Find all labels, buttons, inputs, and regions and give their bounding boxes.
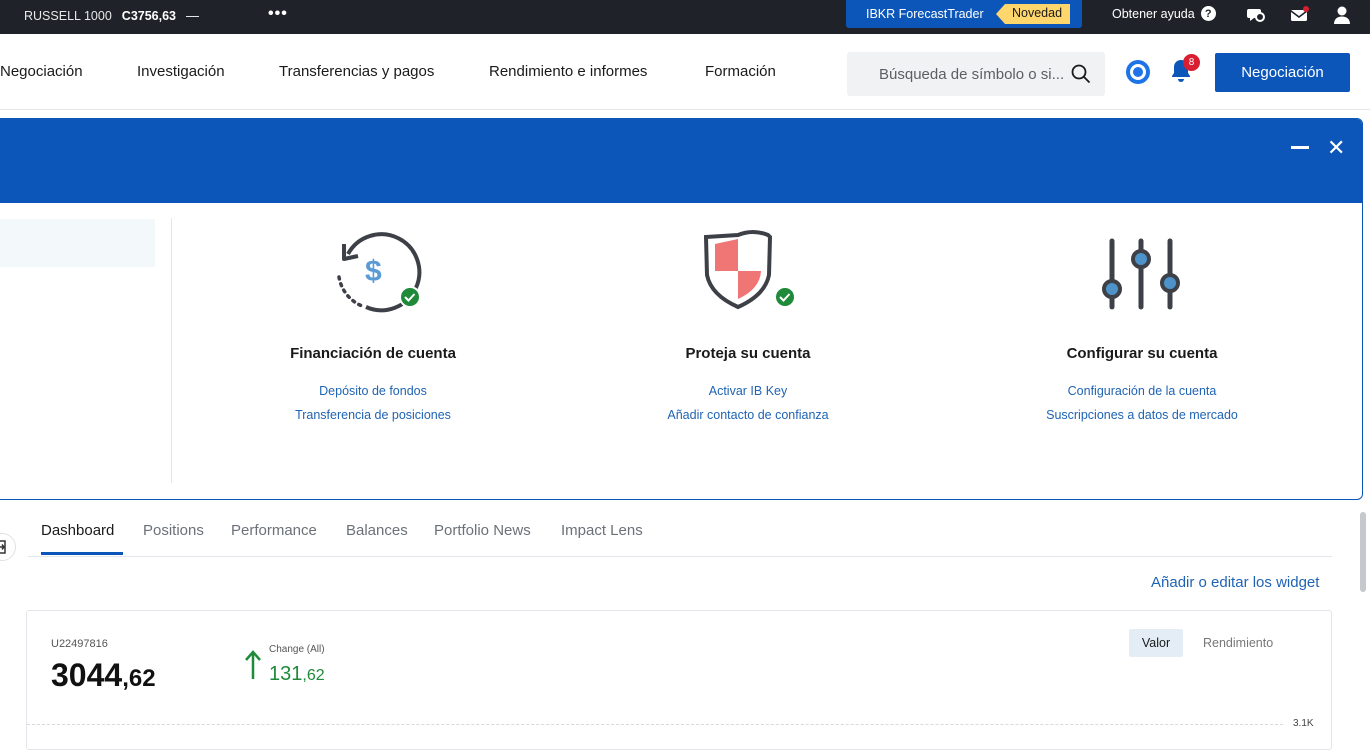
search-input[interactable]: Búsqueda de símbolo o si... (879, 66, 1064, 83)
tab-impact-lens[interactable]: Impact Lens (561, 522, 643, 539)
close-icon[interactable]: ✕ (1327, 135, 1345, 161)
card-title: Configurar su cuenta (1066, 345, 1218, 362)
change-label: Change (All) (269, 644, 325, 655)
account-summary-widget: U22497816 3044,62 Change (All) 131,62 Va… (26, 610, 1332, 750)
new-badge: Novedad (995, 4, 1071, 24)
main-navigation: Negociación Investigación Transferencias… (0, 34, 1370, 110)
tab-positions[interactable]: Positions (143, 522, 204, 539)
change-value-decimal: ,62 (302, 667, 325, 684)
card-fund-account: $ Financiación de cuenta Depósito de fon… (203, 229, 543, 422)
onboarding-panel: ✕ $ Financiación de cuenta Depósito de f… (0, 118, 1363, 500)
panel-left-nav (0, 219, 155, 267)
activate-ib-key-link[interactable]: Activar IB Key (578, 384, 918, 398)
account-value-integer: 3044 (51, 657, 123, 693)
portfolio-tabs: Dashboard Positions Performance Balances… (28, 512, 1332, 557)
index-ticker[interactable]: RUSSELL 1000 C3756,63 — (24, 8, 199, 23)
card-protect-icon-area (578, 229, 918, 319)
account-value: 3044,62 (51, 657, 156, 694)
search-icon[interactable] (1071, 64, 1091, 84)
card-protect-account: Proteja su cuenta Activar IB Key Añadir … (578, 229, 918, 422)
card-title: Proteja su cuenta (685, 345, 811, 362)
change-value-integer: 131 (269, 663, 303, 685)
active-tab-indicator (41, 552, 123, 555)
help-label: Obtener ayuda (1112, 6, 1195, 21)
add-trusted-contact-link[interactable]: Añadir contacto de confianza (578, 408, 918, 422)
toggle-return-button[interactable]: Rendimiento (1203, 636, 1273, 650)
nav-performance-reports[interactable]: Rendimiento e informes (489, 63, 647, 80)
panel-divider (171, 218, 172, 483)
tab-balances[interactable]: Balances (346, 522, 408, 539)
help-icon: ? (1200, 6, 1216, 21)
chat-icon[interactable] (1246, 5, 1266, 25)
symbol-search[interactable]: Búsqueda de símbolo o si... (847, 52, 1105, 96)
toggle-value-button[interactable]: Valor (1129, 629, 1183, 657)
account-id: U22497816 (51, 638, 108, 650)
nav-transfers[interactable]: Transferencias y pagos (279, 63, 434, 80)
onboarding-panel-header: ✕ (0, 119, 1362, 203)
nav-education[interactable]: Formación (705, 63, 776, 80)
account-settings-link[interactable]: Configuración de la cuenta (972, 384, 1312, 398)
card-fund-icon-area: $ (203, 229, 543, 319)
market-data-subscriptions-link[interactable]: Suscripciones a datos de mercado (972, 408, 1312, 422)
dollar-refresh-icon: $ (337, 232, 422, 313)
tab-dashboard[interactable]: Dashboard (41, 522, 114, 539)
chart-axis-tick: 3.1K (1293, 718, 1314, 729)
user-icon[interactable] (1332, 5, 1352, 25)
ticker-name: RUSSELL 1000 (24, 8, 112, 23)
ticker-change: — (186, 8, 200, 23)
svg-text:$: $ (365, 255, 382, 288)
chart-gridline (27, 724, 1283, 725)
card-title: Financiación de cuenta (290, 345, 456, 362)
mail-icon[interactable] (1289, 5, 1309, 25)
minimize-icon[interactable] (1291, 146, 1309, 149)
top-bar: RUSSELL 1000 C3756,63 — ••• IBKR Forecas… (0, 0, 1370, 34)
nav-research[interactable]: Investigación (137, 63, 225, 80)
card-configure-icon-area (972, 229, 1312, 319)
deposit-funds-link[interactable]: Depósito de fondos (203, 384, 543, 398)
nav-trading[interactable]: Negociación (0, 63, 83, 80)
more-tickers-button[interactable]: ••• (268, 5, 288, 23)
notifications-count-badge: 8 (1183, 54, 1200, 71)
add-edit-widgets-link[interactable]: Añadir o editar los widget (1151, 574, 1319, 591)
arrow-up-icon (245, 650, 261, 679)
trade-button[interactable]: Negociación (1215, 53, 1350, 92)
forecast-trader-label: IBKR ForecastTrader (866, 7, 984, 21)
sidebar-toggle-button[interactable] (0, 533, 16, 561)
help-button[interactable]: Obtener ayuda ? (1112, 6, 1216, 21)
change-value: 131,62 (269, 663, 325, 686)
expand-sidebar-icon (0, 540, 6, 554)
page-scrollbar[interactable] (1360, 512, 1366, 592)
shield-icon (703, 230, 796, 310)
tab-portfolio-news[interactable]: Portfolio News (434, 522, 531, 539)
sliders-icon (1102, 238, 1180, 310)
card-configure-account: Configurar su cuenta Configuración de la… (972, 229, 1312, 422)
transfer-positions-link[interactable]: Transferencia de posiciones (203, 408, 543, 422)
account-value-decimal: ,62 (122, 665, 156, 692)
ibot-assistant-icon[interactable] (1124, 58, 1152, 86)
tab-performance[interactable]: Performance (231, 522, 317, 539)
ticker-value: C3756,63 (121, 8, 177, 23)
